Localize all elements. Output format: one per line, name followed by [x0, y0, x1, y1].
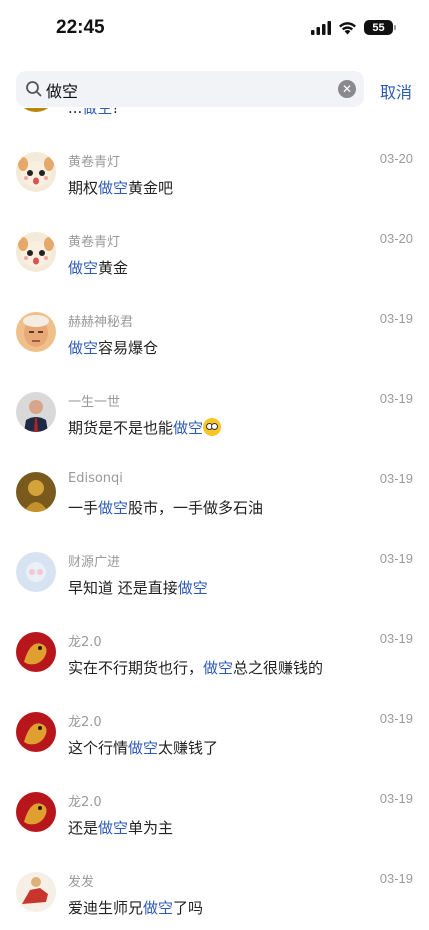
message-segment: 爱迪生师兄 [68, 899, 144, 917]
clear-icon[interactable]: ✕ [338, 80, 356, 98]
result-item[interactable]: 财源广进 03-19 早知道 还是直接做空 [0, 540, 429, 620]
horse-avatar[interactable] [16, 872, 56, 912]
cartoon-dog-avatar[interactable] [16, 232, 56, 272]
user-name[interactable]: Edisonqi [68, 471, 123, 486]
message-segment: 一手 [68, 499, 99, 517]
result-item[interactable]: 一生一世 03-19 期货是不是也能做空 [0, 380, 429, 460]
result-item[interactable]: Edisonqi 03-19 一手做空股市，一手做多石油 [0, 460, 429, 540]
message-segment: 容易爆仓 [98, 339, 159, 357]
user-name[interactable]: 一生一世 [68, 391, 120, 410]
post-date: 03-19 [379, 631, 413, 646]
wifi-icon [339, 21, 356, 34]
message-segment: 期权 [68, 179, 99, 197]
user-name[interactable]: 发发 [68, 871, 94, 890]
user-name[interactable]: 龙2.0 [68, 631, 102, 650]
search-results-list[interactable]: ...做空! 黄卷青灯 03-20 期权做空黄金吧 黄卷青灯 03-20 做空黄金 赫赫神秘君… [0, 108, 429, 930]
post-date: 03-19 [379, 791, 413, 806]
result-item[interactable]: ...做空! [0, 108, 429, 140]
keyword-highlight: 做空 [177, 579, 208, 597]
results-container: ...做空! 黄卷青灯 03-20 期权做空黄金吧 黄卷青灯 03-20 做空黄金 赫赫神秘君… [0, 108, 429, 930]
search-icon [26, 81, 42, 97]
search-query[interactable]: 做空 [46, 78, 78, 102]
suit-man-avatar[interactable] [16, 392, 56, 432]
status-icons: 55 [311, 20, 396, 35]
red-dragon-avatar[interactable] [16, 632, 56, 672]
signal-icon [311, 20, 331, 35]
post-date: 03-19 [379, 551, 413, 566]
message-text: 这个行情做空太赚钱了 [68, 737, 218, 758]
message-segment: 这个行情 [68, 739, 129, 757]
message-segment: 还是 [68, 819, 99, 837]
message-segment: 早知道 还是直接 [68, 579, 178, 597]
message-segment: ... [68, 108, 83, 117]
message-text: ...做空! [68, 108, 118, 118]
post-date: 03-20 [379, 151, 413, 166]
user-name[interactable]: 黄卷青灯 [68, 151, 120, 170]
result-item[interactable]: 赫赫神秘君 03-19 做空容易爆仓 [0, 300, 429, 380]
cartoon-dog-avatar[interactable] [16, 152, 56, 192]
flushed-face-icon [203, 418, 222, 436]
keyword-highlight: 做空 [68, 259, 99, 277]
message-segment: 了吗 [173, 899, 204, 917]
user-name[interactable]: 财源广进 [68, 551, 120, 570]
message-segment: 总之很赚钱的 [233, 659, 324, 677]
battery-icon: 55 [364, 20, 396, 35]
message-text: 早知道 还是直接做空 [68, 577, 208, 598]
status-time: 22:45 [56, 17, 105, 38]
keyword-highlight: 做空 [98, 179, 129, 197]
red-dragon-avatar[interactable] [16, 712, 56, 752]
message-text: 还是做空单为主 [68, 817, 173, 838]
post-date: 03-19 [379, 391, 413, 406]
post-date: 03-19 [379, 311, 413, 326]
message-segment: 黄金 [98, 259, 129, 277]
post-date: 03-20 [379, 231, 413, 246]
message-text: 实在不行期货也行，做空总之很赚钱的 [68, 657, 323, 678]
gold-avatar[interactable] [16, 108, 56, 112]
search-bar: 做空 ✕ 取消 [0, 71, 429, 107]
keyword-highlight: 做空 [98, 819, 129, 837]
post-date: 03-19 [379, 471, 413, 486]
message-segment: 黄金吧 [128, 179, 174, 197]
user-name[interactable]: 赫赫神秘君 [68, 311, 133, 330]
keyword-highlight: 做空 [203, 659, 234, 677]
keyword-highlight: 做空 [98, 499, 129, 517]
message-text: 爱迪生师兄做空了吗 [68, 897, 203, 918]
message-segment: 太赚钱了 [158, 739, 219, 757]
result-item[interactable]: 龙2.0 03-19 这个行情做空太赚钱了 [0, 700, 429, 780]
message-segment: 期货是不是也能 [68, 419, 174, 437]
red-dragon-avatar[interactable] [16, 792, 56, 832]
message-segment: ! [112, 108, 119, 117]
message-segment: 单为主 [128, 819, 174, 837]
user-name[interactable]: 黄卷青灯 [68, 231, 120, 250]
post-date: 03-19 [379, 871, 413, 886]
face-avatar[interactable] [16, 312, 56, 352]
message-text: 期权做空黄金吧 [68, 177, 173, 198]
keyword-highlight: 做空 [68, 339, 99, 357]
cancel-button[interactable]: 取消 [380, 79, 412, 103]
message-segment: 实在不行期货也行， [68, 659, 204, 677]
message-text: 一手做空股市，一手做多石油 [68, 497, 263, 518]
result-item[interactable]: 黄卷青灯 03-20 期权做空黄金吧 [0, 140, 429, 220]
message-text: 做空黄金 [68, 257, 128, 278]
result-item[interactable]: 发发 03-19 爱迪生师兄做空了吗 [0, 860, 429, 930]
message-text: 期货是不是也能做空 [68, 417, 222, 438]
message-text: 做空容易爆仓 [68, 337, 158, 358]
keyword-highlight: 做空 [82, 108, 113, 117]
golden-statue-avatar[interactable] [16, 472, 56, 512]
post-date: 03-19 [379, 711, 413, 726]
result-item[interactable]: 黄卷青灯 03-20 做空黄金 [0, 220, 429, 300]
search-input[interactable]: 做空 ✕ [16, 71, 364, 107]
result-item[interactable]: 龙2.0 03-19 还是做空单为主 [0, 780, 429, 860]
keyword-highlight: 做空 [143, 899, 174, 917]
message-segment: 股市，一手做多石油 [128, 499, 264, 517]
result-item[interactable]: 龙2.0 03-19 实在不行期货也行，做空总之很赚钱的 [0, 620, 429, 700]
user-name[interactable]: 龙2.0 [68, 711, 102, 730]
status-bar: 22:45 55 [0, 0, 429, 58]
pale-blue-avatar[interactable] [16, 552, 56, 592]
keyword-highlight: 做空 [128, 739, 159, 757]
keyword-highlight: 做空 [173, 419, 204, 437]
user-name[interactable]: 龙2.0 [68, 791, 102, 810]
